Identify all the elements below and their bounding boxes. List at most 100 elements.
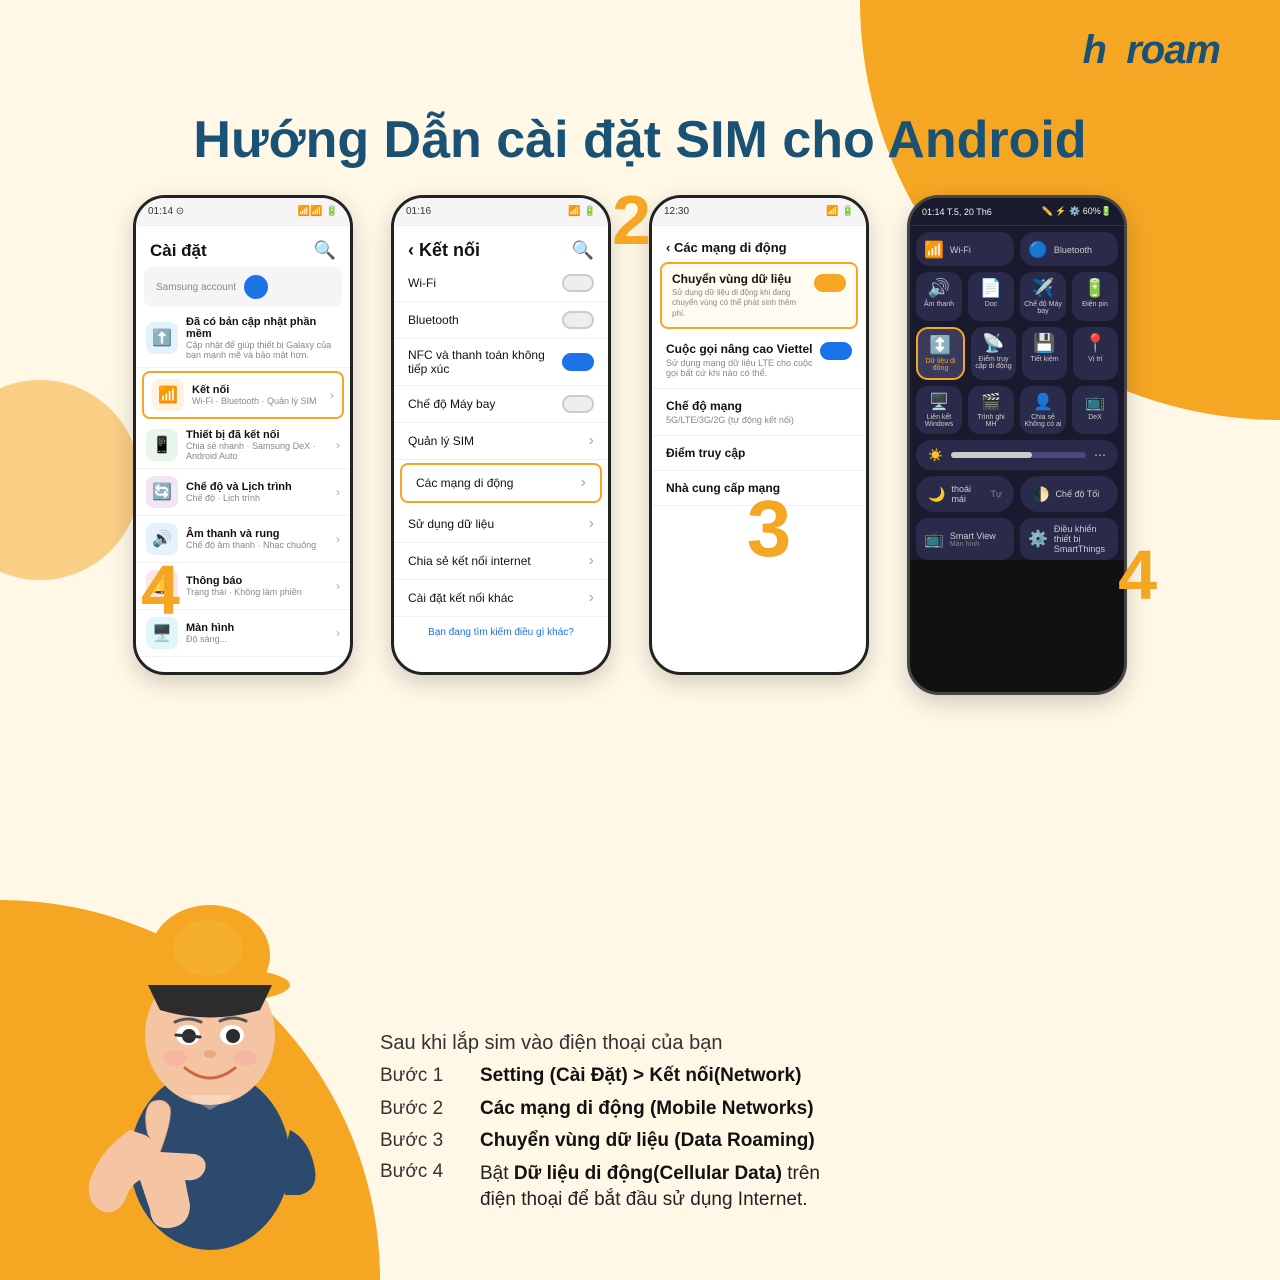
instruction-step-2: Bước 2 Các mạng di động (Mobile Networks… [380, 1096, 1220, 1123]
mn-viettel[interactable]: Cuộc gọi nâng cao Viettel Sử dụng mạng d… [652, 332, 866, 389]
wifi-qs-icon: 📶 [924, 240, 944, 260]
qs-battery-btn[interactable]: 🔋 Điện pin [1072, 272, 1118, 321]
nfc-toggle[interactable] [562, 353, 594, 371]
brightness-slider[interactable] [951, 452, 1086, 458]
instruction-step-3: Bước 3 Chuyển vùng dữ liệu (Data Roaming… [380, 1128, 1220, 1155]
conn-hotspot[interactable]: Chia sẻ kết nối internet › [394, 543, 608, 580]
record-qs-label: Trình ghi MH [972, 414, 1010, 428]
airplane-toggle[interactable] [562, 395, 594, 413]
logo-text: hi roam [1083, 28, 1221, 72]
step-number-4: 4 [1118, 535, 1157, 615]
automode-label: Chế độ Tối [1055, 489, 1099, 499]
qs-hotspot-btn[interactable]: 📡 Điểm truy cập di động [971, 327, 1016, 380]
smartview-label: Smart View [950, 531, 996, 541]
conn-nfc[interactable]: NFC và thanh toán không tiếp xúc [394, 339, 608, 386]
brand-logo: hi roam [1083, 28, 1221, 73]
qs-airplane-btn[interactable]: ✈️ Chế độ Máy bay [1020, 272, 1066, 321]
qs-automode-btn[interactable]: 🌓 Chế độ Tối [1020, 476, 1118, 512]
back-icon-ph3[interactable]: ‹ Các mạng di động [666, 240, 787, 255]
qs-sound-btn[interactable]: 🔊 Âm thanh [916, 272, 962, 321]
smartview-icon: 📺 [924, 529, 944, 549]
settings-ketnoirow[interactable]: 📶 Kết nối Wi-Fi · Bluetooth · Quản lý SI… [142, 371, 344, 419]
qs-windows-btn[interactable]: 🖥️ Liên kết Windows [916, 386, 962, 434]
settings-mode[interactable]: 🔄 Chế độ và Lịch trình Chế độ · Lịch trì… [136, 469, 350, 516]
step-number-3: 3 [747, 483, 792, 575]
settings-update[interactable]: ⬆️ Đã có bản cập nhật phần mềm Cập nhật … [136, 309, 350, 368]
instruction-step-1: Bước 1 Setting (Cài Đặt) > Kết nối(Netwo… [380, 1063, 1220, 1090]
arrow-icon-1: › [330, 388, 334, 402]
wifi-toggle[interactable] [562, 274, 594, 292]
chevron-icon-hotspot: › [589, 552, 594, 570]
phone-3-content: ‹ Các mạng di động Chuyển vùng dữ liệu S… [652, 226, 866, 672]
chevron-icon-data: › [589, 515, 594, 533]
page-title: Hướng Dẫn cài đặt SIM cho Android [0, 110, 1280, 170]
conn-data-usage[interactable]: Sử dụng dữ liệu › [394, 506, 608, 543]
settings-devices[interactable]: 📱 Thiết bị đã kết nối Chia sẻ nhanh · Sa… [136, 422, 350, 469]
qs-smartthings-btn[interactable]: ⚙️ Điều khiển thiết bị SmartThings [1020, 518, 1118, 560]
phone-3: 12:30 📶 🔋 ‹ Các mạng di động Chuyển vùng… [649, 195, 869, 675]
save-qs-icon: 💾 [1033, 333, 1055, 354]
mode-qs-icon: 🌙 [928, 486, 945, 503]
back-icon-ph2[interactable]: ‹ Kết nối [408, 240, 480, 261]
conn-mobile-highlighted[interactable]: Các mạng di động › [400, 463, 602, 503]
qs-row-4: 🖥️ Liên kết Windows 🎬 Trình ghi MH 👤 Chi… [916, 386, 1118, 434]
phone-2-wrapper: 01:16 📶 🔋 ‹ Kết nối 🔍 Wi-Fi Bluetooth [391, 195, 631, 675]
mn-apn[interactable]: Điểm truy cập [652, 436, 866, 471]
qs-data-btn[interactable]: ↕️ Dữ liệu di động [916, 327, 965, 380]
windows-qs-label: Liên kết Windows [920, 414, 958, 428]
conn-other[interactable]: Cài đặt kết nối khác › [394, 580, 608, 617]
phone-3-wrapper: 12:30 📶 🔋 ‹ Các mạng di động Chuyển vùng… [649, 195, 889, 675]
conn-wifi[interactable]: Wi-Fi [394, 265, 608, 302]
qs-location-btn[interactable]: 📍 Vị trí [1073, 327, 1118, 380]
phone-2-content: ‹ Kết nối 🔍 Wi-Fi Bluetooth NFC và thanh… [394, 226, 608, 672]
smartthings-icon: ⚙️ [1028, 529, 1048, 549]
doc-qs-icon: 📄 [980, 278, 1002, 299]
search-hint[interactable]: Bạn đang tìm kiếm điều gì khác? [394, 617, 608, 648]
brightness-more-icon: ⋯ [1094, 448, 1106, 462]
qs-row-2: 🔊 Âm thanh 📄 Doc ✈️ Chế độ Máy bay 🔋 Điệ… [916, 272, 1118, 321]
brightness-icon: ☀️ [928, 448, 943, 462]
battery-qs-label: Điện pin [1082, 301, 1108, 308]
qs-doc-btn[interactable]: 📄 Doc [968, 272, 1014, 321]
smartthings-label: Điều khiển thiết bị SmartThings [1054, 524, 1110, 554]
qs-wifi-btn[interactable]: 📶 Wi-Fi [916, 232, 1014, 266]
search-icon-ph2[interactable]: 🔍 [572, 240, 594, 261]
qs-mode-btn[interactable]: 🌙 thoải mái Tự [916, 476, 1014, 512]
phone-1-status-bar: 01:14 ⊙ 📶📶 🔋 [136, 198, 350, 226]
bluetooth-toggle[interactable] [562, 311, 594, 329]
phone-3-status-bar: 12:30 📶 🔋 [652, 198, 866, 226]
qs-save-btn[interactable]: 💾 Tiết kiệm [1022, 327, 1067, 380]
conn-airplane[interactable]: Chế độ Máy bay [394, 386, 608, 423]
phone-2-header: ‹ Kết nối 🔍 [394, 234, 608, 265]
windows-qs-icon: 🖥️ [929, 392, 949, 412]
data-qs-icon: ↕️ [929, 335, 951, 356]
roaming-toggle[interactable] [814, 274, 846, 292]
qs-record-btn[interactable]: 🎬 Trình ghi MH [968, 386, 1014, 434]
chevron-icon-sim: › [589, 432, 594, 450]
brightness-row: ☀️ ⋯ [916, 440, 1118, 470]
step-number-2: 2 [612, 185, 651, 255]
character-illustration [60, 840, 360, 1260]
instructions-section: Sau khi lắp sim vào điện thoại của bạn B… [380, 1032, 1220, 1220]
bt-qs-label: Bluetooth [1054, 245, 1092, 255]
phone-4-wrapper: 01:14 T.5, 20 Th6 ✏️ ⚡ ⚙️ 60%🔋 📶 Wi-Fi 🔵… [907, 195, 1147, 695]
share-qs-label: Chia sẻ Không có ai [1024, 414, 1062, 428]
search-icon-ph1[interactable]: 🔍 [314, 240, 336, 261]
qs-dex-btn[interactable]: 📺 DeX [1072, 386, 1118, 434]
instruction-intro: Sau khi lắp sim vào điện thoại của bạn [380, 1032, 1220, 1055]
arrow-icon-2: › [336, 438, 340, 452]
instruction-step-4: Bước 4 Bật Dữ liệu di động(Cellular Data… [380, 1161, 1220, 1214]
devices-icon: 📱 [146, 429, 178, 461]
dex-qs-icon: 📺 [1085, 392, 1105, 412]
hotspot-qs-label: Điểm truy cập di động [975, 356, 1012, 370]
qs-bt-btn[interactable]: 🔵 Bluetooth [1020, 232, 1118, 266]
viettel-toggle[interactable] [820, 342, 852, 360]
conn-mobile[interactable]: Các mạng di động › [402, 465, 600, 501]
arrow-icon-3: › [336, 485, 340, 499]
conn-bluetooth[interactable]: Bluetooth [394, 302, 608, 339]
qs-smartview-btn[interactable]: 📺 Smart View Màn hình [916, 518, 1014, 560]
dex-qs-label: DeX [1088, 414, 1102, 421]
qs-share-btn[interactable]: 👤 Chia sẻ Không có ai [1020, 386, 1066, 434]
mn-network-mode[interactable]: Chế độ mạng 5G/LTE/3G/2G (tự động kết nố… [652, 389, 866, 436]
conn-sim[interactable]: Quản lý SIM › [394, 423, 608, 460]
